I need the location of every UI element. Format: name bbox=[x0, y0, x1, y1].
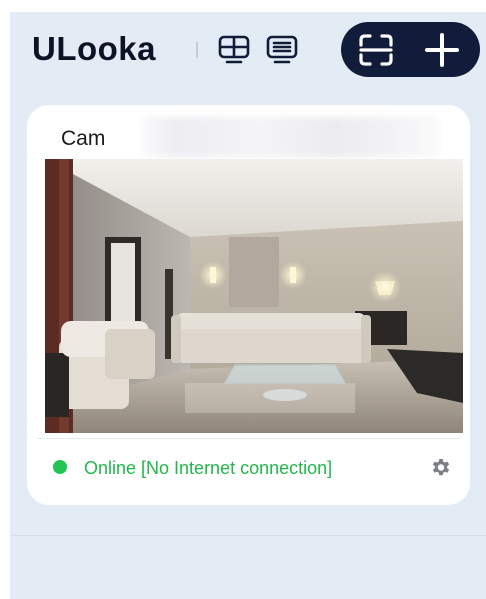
online-status-dot bbox=[53, 460, 67, 474]
device-card[interactable]: Cam Online [No Internet connection] bbox=[27, 105, 470, 505]
card-divider bbox=[37, 438, 460, 439]
add-device-button[interactable] bbox=[423, 31, 461, 69]
header-action-pill bbox=[341, 22, 480, 77]
header-divider bbox=[196, 42, 198, 58]
gear-icon bbox=[432, 459, 450, 476]
device-name: Cam bbox=[61, 127, 106, 150]
grid-view-icon[interactable] bbox=[216, 32, 252, 68]
scan-icon bbox=[359, 34, 393, 66]
redacted-device-id bbox=[140, 117, 440, 157]
list-view-icon[interactable] bbox=[264, 32, 300, 68]
app-title: ULooka bbox=[32, 30, 157, 67]
plus-icon bbox=[425, 33, 459, 67]
scan-button[interactable] bbox=[357, 31, 395, 69]
list-bottom-divider bbox=[10, 535, 486, 536]
header-bar: ULooka bbox=[10, 12, 486, 92]
device-settings-button[interactable] bbox=[429, 456, 453, 480]
app-screen: ULooka Cam Online [No Internet connectio… bbox=[10, 12, 486, 599]
connection-status: Online [No Internet connection] bbox=[84, 458, 333, 478]
camera-preview[interactable] bbox=[45, 159, 463, 433]
